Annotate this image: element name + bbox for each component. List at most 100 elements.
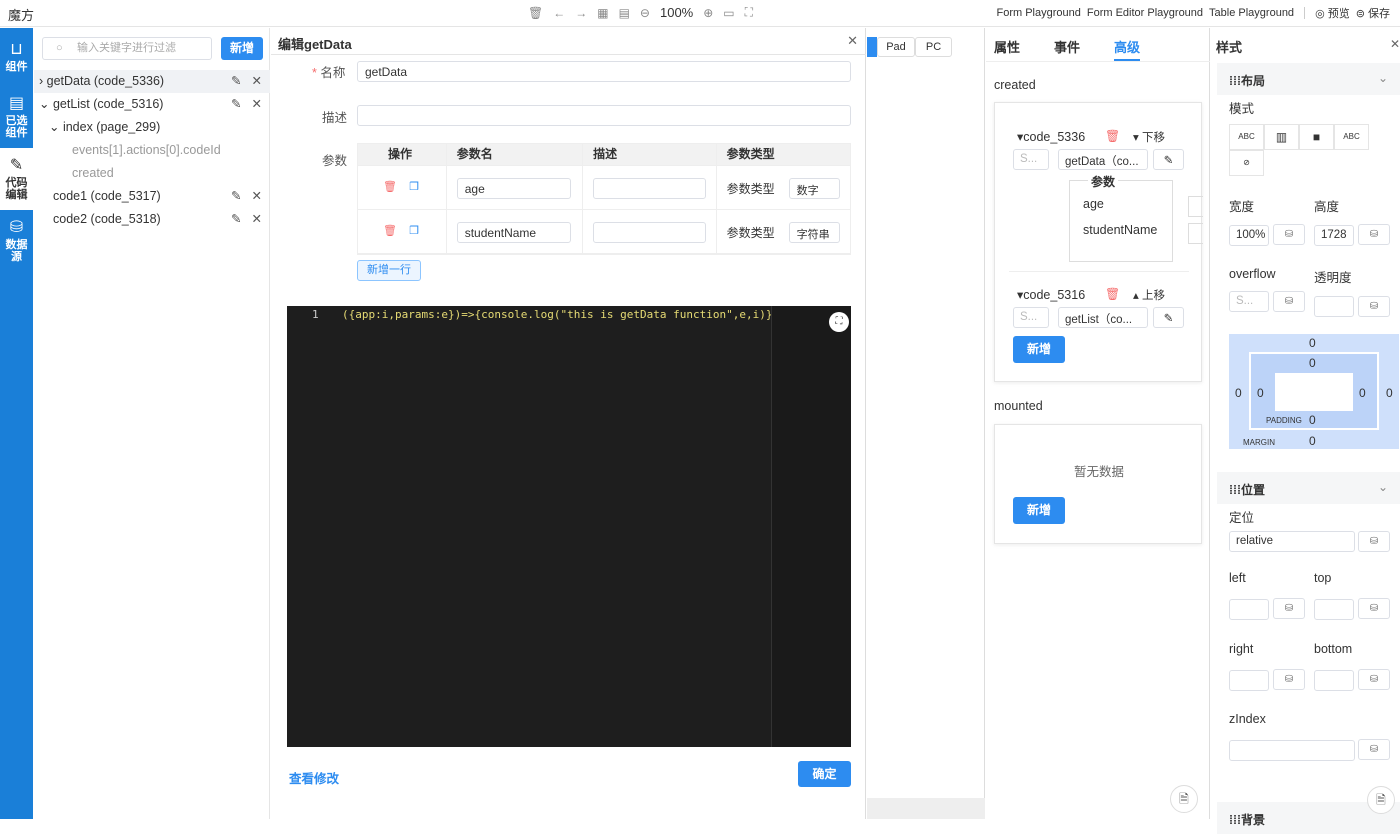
eye-off-icon[interactable]: ⊘ <box>1229 150 1264 176</box>
tab-events[interactable]: 事件 <box>1054 28 1106 61</box>
move-down-button[interactable]: ▾ 下移 <box>1133 129 1165 145</box>
padding-bottom[interactable]: 0 <box>1309 413 1316 427</box>
tab-advanced[interactable]: 高级 <box>1114 28 1141 61</box>
copy-icon[interactable]: ❐ <box>409 225 419 237</box>
database-icon[interactable]: ⛁ <box>1358 224 1390 245</box>
sidebar-item-code[interactable]: ✎ 代码编辑 <box>0 148 33 210</box>
desc-input[interactable] <box>357 105 851 126</box>
close-icon[interactable]: ✕ <box>252 185 262 208</box>
mode-inline[interactable]: ABC <box>1229 124 1264 150</box>
tree-node[interactable]: events[1].actions[0].codeId <box>34 139 270 162</box>
code-editor[interactable]: 1 ({app:i,params:e})=>{console.log("this… <box>287 306 851 747</box>
left-input[interactable] <box>1229 599 1269 620</box>
layout-icon[interactable]: ▤ <box>619 6 630 20</box>
padding-right[interactable]: 0 <box>1359 386 1366 400</box>
action-select[interactable]: S... <box>1013 307 1049 328</box>
tree-node[interactable]: created <box>34 162 270 185</box>
top-input[interactable] <box>1314 599 1354 620</box>
edit-icon[interactable]: ✎ <box>231 185 241 208</box>
param-type-select[interactable]: 数字 <box>788 178 840 199</box>
close-icon[interactable]: ✕ <box>252 93 262 116</box>
delete-icon[interactable]: 🗑 <box>1105 129 1120 143</box>
add-row-button[interactable]: 新增一行 <box>357 260 421 281</box>
tree-node[interactable]: › getData (code_5336) ✎ ✕ <box>34 70 270 93</box>
section-position[interactable]: ⁞⁞⁞位置 ⌄ <box>1217 472 1400 504</box>
add-action-button[interactable]: 新增 <box>1013 497 1065 524</box>
padding-top[interactable]: 0 <box>1309 356 1316 370</box>
database-icon[interactable]: ⛁ <box>1358 531 1390 552</box>
sidebar-item-datasource[interactable]: ⛁ 数据源 <box>0 210 33 272</box>
param-name-input[interactable]: studentName <box>456 222 571 243</box>
close-icon[interactable]: ✕ <box>252 70 262 93</box>
copy-icon[interactable]: ❐ <box>409 181 419 193</box>
database-icon[interactable]: ⛁ <box>1358 296 1390 317</box>
grid-icon[interactable]: ▦ <box>597 6 608 20</box>
zindex-input[interactable] <box>1229 740 1355 761</box>
fullscreen-icon[interactable]: ⛶ <box>745 5 753 20</box>
tab-properties[interactable]: 属性 <box>994 28 1046 61</box>
margin-top[interactable]: 0 <box>1309 336 1316 350</box>
database-icon[interactable]: ⛁ <box>1273 224 1305 245</box>
database-icon[interactable]: ⛁ <box>1273 598 1305 619</box>
fullscreen-icon[interactable]: ⛶ <box>829 312 849 332</box>
add-code-button[interactable]: 新增 <box>221 37 263 60</box>
edit-icon[interactable]: ✎ <box>231 208 241 231</box>
param-input[interactable] <box>1188 196 1203 217</box>
database-icon[interactable]: ⛁ <box>1273 291 1305 312</box>
link-form-playground[interactable]: Form Playground <box>997 7 1081 19</box>
edit-icon[interactable]: ✎ <box>1153 149 1184 170</box>
redo-icon[interactable]: → <box>575 6 587 20</box>
overflow-select[interactable]: S... <box>1229 291 1269 312</box>
link-form-editor-playground[interactable]: Form Editor Playground <box>1087 7 1203 19</box>
database-icon[interactable]: ⛁ <box>1358 598 1390 619</box>
database-icon[interactable]: ⛁ <box>1273 669 1305 690</box>
name-input[interactable]: getData <box>357 61 851 82</box>
sidebar-item-selected[interactable]: ▤ 已选组件 <box>0 86 33 148</box>
param-type-select[interactable]: 字符串 <box>788 222 840 243</box>
width-input[interactable]: 100% <box>1229 225 1269 246</box>
view-changes-link[interactable]: 查看修改 <box>289 768 339 787</box>
tree-node[interactable]: ⌄ getList (code_5316) ✎ ✕ <box>34 93 270 116</box>
tree-node[interactable]: code2 (code_5318) ✎ ✕ <box>34 208 270 231</box>
function-select[interactable]: getData（co... <box>1058 149 1148 170</box>
add-action-button[interactable]: 新增 <box>1013 336 1065 363</box>
confirm-button[interactable]: 确定 <box>798 761 851 787</box>
delete-icon[interactable]: 🗑 <box>383 181 397 193</box>
zoom-in-icon[interactable]: ⊕ <box>703 6 713 20</box>
opacity-input[interactable] <box>1314 296 1354 317</box>
param-input[interactable] <box>1188 223 1203 244</box>
close-icon[interactable]: ✕ <box>252 208 262 231</box>
position-select[interactable]: relative <box>1229 531 1355 552</box>
delete-icon[interactable]: 🗑 <box>1105 287 1120 301</box>
save-button[interactable]: ⊜ 保存 <box>1356 5 1390 21</box>
tree-filter-input[interactable]: ○ 输入关键字进行过滤 <box>42 37 212 60</box>
sidebar-item-components[interactable]: ⊔ 组件 <box>0 28 33 86</box>
edit-icon[interactable]: ✎ <box>1153 307 1184 328</box>
zoom-out-icon[interactable]: ⊖ <box>640 6 650 20</box>
link-table-playground[interactable]: Table Playground <box>1209 7 1294 19</box>
param-desc-input[interactable] <box>593 222 707 243</box>
param-desc-input[interactable] <box>593 178 707 199</box>
mode-block[interactable]: ■ <box>1299 124 1334 150</box>
preview-button[interactable]: ◎ 预览 <box>1315 5 1350 21</box>
edit-icon[interactable]: ✎ <box>231 93 241 116</box>
mode-inline-block[interactable]: ABC <box>1334 124 1369 150</box>
margin-left[interactable]: 0 <box>1235 386 1242 400</box>
padding-left[interactable]: 0 <box>1257 386 1264 400</box>
tree-node[interactable]: code1 (code_5317) ✎ ✕ <box>34 185 270 208</box>
action-select[interactable]: S... <box>1013 149 1049 170</box>
device-pc[interactable]: PC <box>915 37 952 57</box>
minimap[interactable] <box>771 306 851 747</box>
delete-icon[interactable]: 🗑 <box>383 225 397 237</box>
document-icon[interactable]: 🗎 <box>1367 786 1395 814</box>
code-line[interactable]: ({app:i,params:e})=>{console.log("this i… <box>342 308 772 321</box>
param-name-input[interactable]: age <box>456 178 571 199</box>
tree-node[interactable]: ⌄ index (page_299) <box>34 116 270 139</box>
edit-icon[interactable]: ✎ <box>231 70 241 93</box>
close-icon[interactable]: ✕ <box>847 33 858 49</box>
database-icon[interactable]: ⛁ <box>1358 669 1390 690</box>
document-icon[interactable]: 🗎 <box>1170 785 1198 813</box>
close-icon[interactable]: ✕ <box>1390 37 1400 51</box>
undo-icon[interactable]: ← <box>553 6 565 20</box>
section-layout[interactable]: ⁞⁞⁞布局 ⌄ <box>1217 63 1400 95</box>
